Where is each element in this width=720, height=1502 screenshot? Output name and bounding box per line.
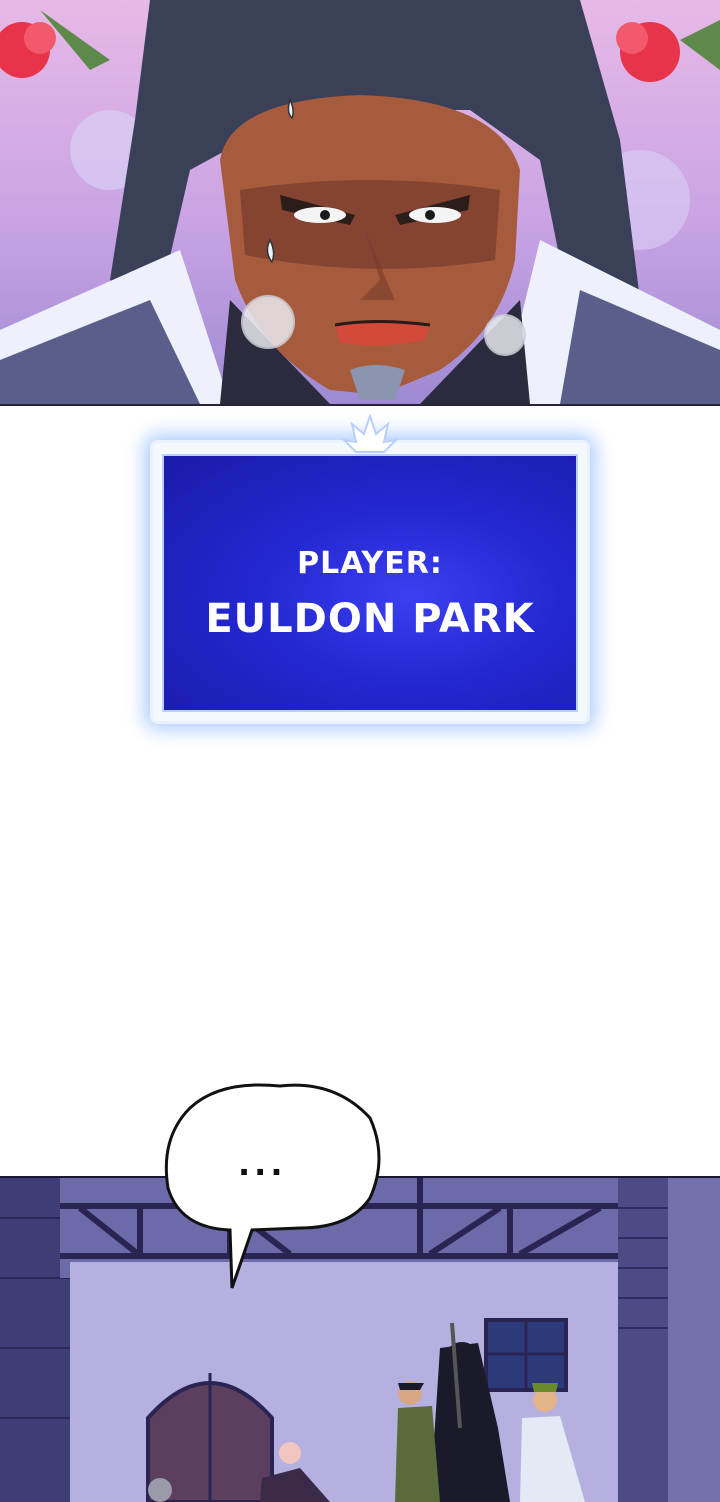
manga-panel-closeup	[0, 0, 720, 406]
crest-icon	[341, 414, 399, 453]
title-card-player-name: EULDON PARK	[205, 596, 535, 642]
closeup-illustration	[0, 0, 720, 404]
flower-right	[616, 20, 720, 82]
speech-bubble	[164, 1083, 381, 1289]
speech-bubble-text: ...	[238, 1145, 287, 1183]
player-title-card: PLAYER: EULDON PARK	[150, 414, 590, 724]
title-card-label: PLAYER:	[297, 546, 443, 581]
title-card-panel: PLAYER: EULDON PARK	[162, 454, 578, 712]
flower-left	[0, 10, 110, 78]
